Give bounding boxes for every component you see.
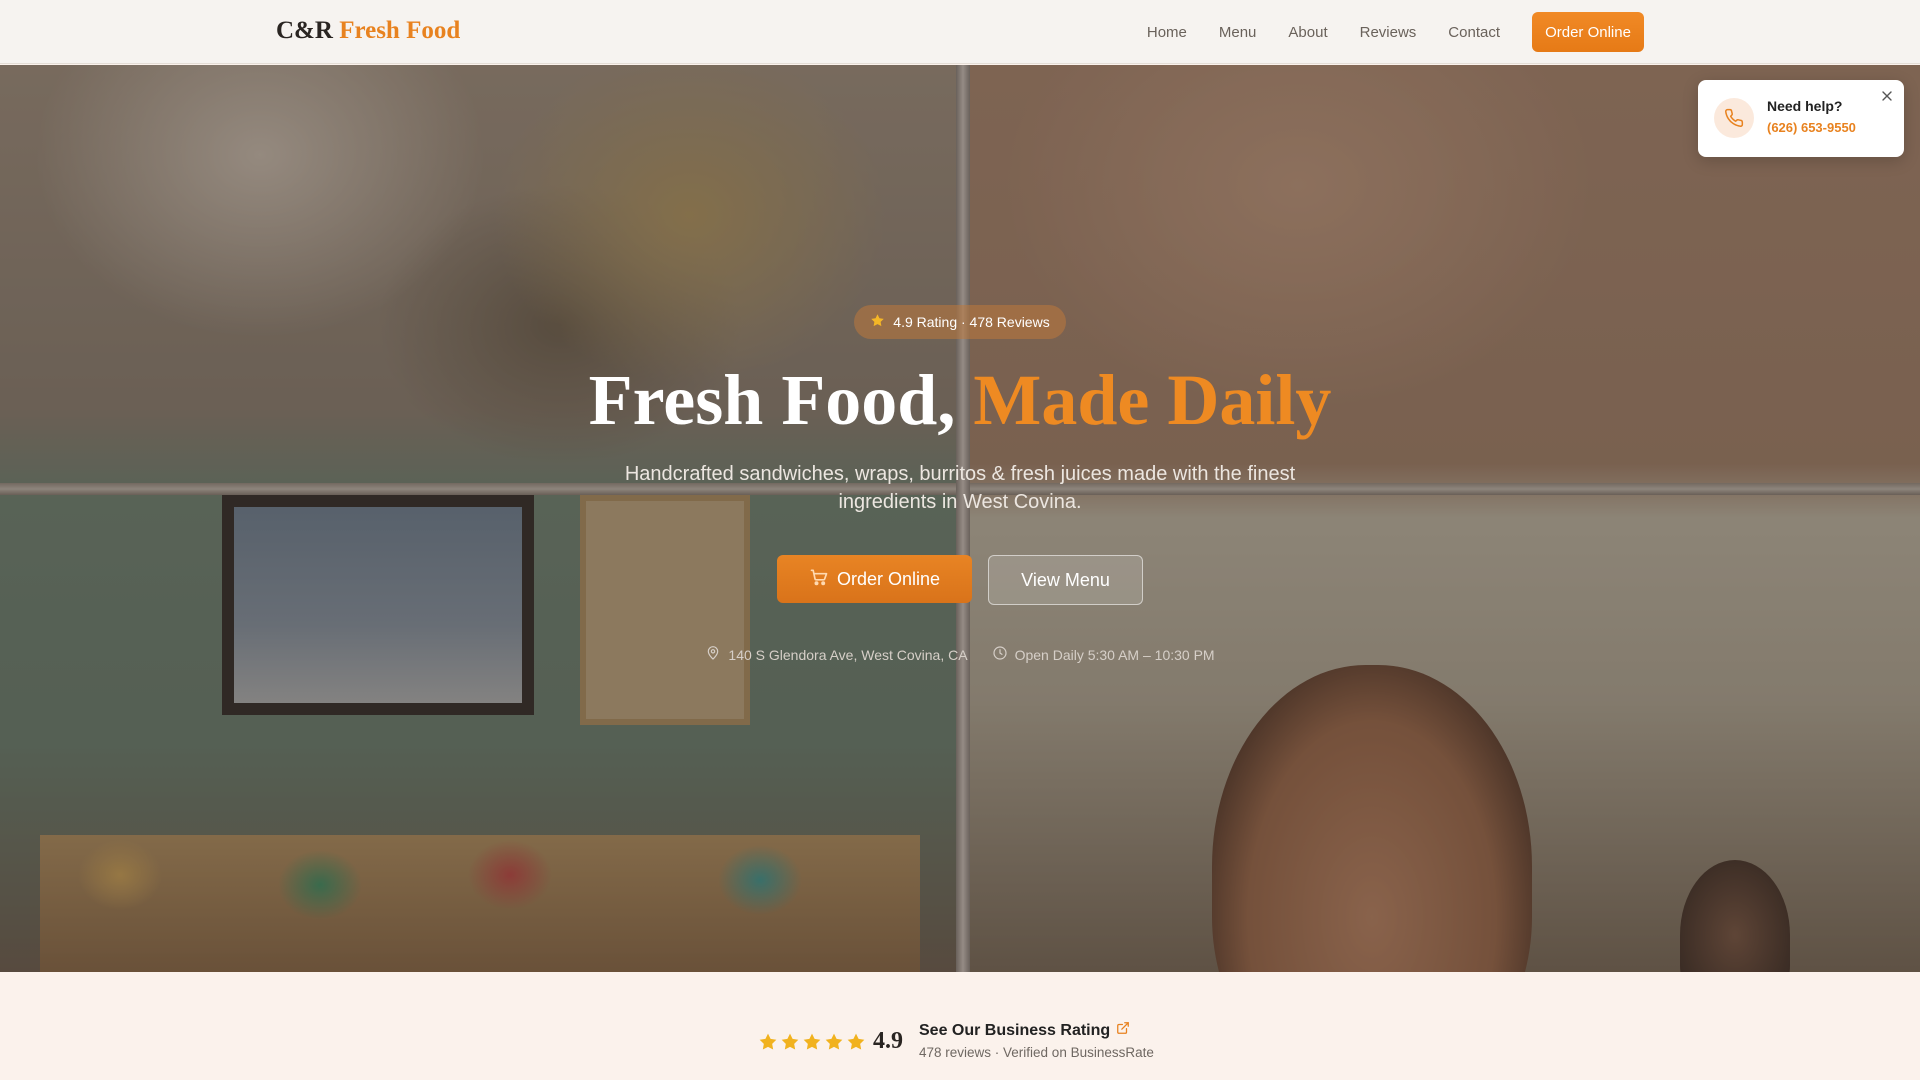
view-menu-button[interactable]: View Menu bbox=[988, 555, 1143, 605]
business-rating-strip: 4.9 See Our Business Rating 478 reviews … bbox=[0, 972, 1920, 1080]
business-rating-link[interactable]: See Our Business Rating bbox=[919, 1021, 1130, 1040]
top-navbar: C&R Fresh Food Home Menu About Reviews C… bbox=[0, 0, 1920, 64]
nav-link-home[interactable]: Home bbox=[1147, 24, 1187, 41]
hero-info-row: 140 S Glendora Ave, West Covina, CA Open… bbox=[0, 645, 1920, 664]
hero-title-accent: Made Daily bbox=[973, 360, 1332, 440]
star-icon bbox=[846, 1032, 866, 1057]
hero-overlay bbox=[0, 65, 1920, 972]
hero-section: 4.9 Rating · 478 Reviews Fresh Food, Mad… bbox=[0, 65, 1920, 972]
brand-logo[interactable]: C&R Fresh Food bbox=[276, 17, 460, 45]
help-phone-link[interactable]: (626) 653-9550 bbox=[1767, 120, 1856, 135]
hero-order-online-label: Order Online bbox=[836, 568, 941, 589]
rating-badge: 4.9 Rating · 478 Reviews bbox=[854, 305, 1066, 339]
phone-icon[interactable] bbox=[1714, 98, 1754, 138]
nav-links: Home Menu About Reviews Contact bbox=[1147, 0, 1500, 64]
hours-text: Open Daily 5:30 AM – 10:30 PM bbox=[1014, 646, 1215, 663]
cart-icon bbox=[809, 567, 829, 592]
nav-link-contact[interactable]: Contact bbox=[1448, 24, 1500, 41]
help-title: Need help? bbox=[1767, 98, 1843, 114]
business-rating-title: See Our Business Rating bbox=[919, 1021, 1111, 1039]
brand-accent: Fresh Food bbox=[339, 17, 461, 44]
brand-name: C&R bbox=[276, 17, 333, 44]
business-rating-subtitle: 478 reviews · Verified on BusinessRate bbox=[919, 1045, 1154, 1060]
help-close-button[interactable] bbox=[1878, 88, 1896, 106]
help-popup: Need help? (626) 653-9550 bbox=[1698, 80, 1904, 157]
hero-subtitle: Handcrafted sandwiches, wraps, burritos … bbox=[624, 463, 1296, 513]
nav-link-menu[interactable]: Menu bbox=[1219, 24, 1257, 41]
nav-order-online-button[interactable]: Order Online bbox=[1532, 12, 1644, 52]
star-icon bbox=[870, 313, 885, 331]
hero-order-online-button[interactable]: Order Online bbox=[777, 555, 972, 603]
star-rating bbox=[758, 1032, 866, 1057]
address-info: 140 S Glendora Ave, West Covina, CA bbox=[705, 645, 968, 664]
star-icon bbox=[824, 1032, 844, 1057]
close-icon bbox=[1881, 90, 1893, 105]
hours-info: Open Daily 5:30 AM – 10:30 PM bbox=[992, 645, 1215, 664]
external-link-icon bbox=[1116, 1021, 1130, 1040]
star-icon bbox=[802, 1032, 822, 1057]
star-icon bbox=[758, 1032, 778, 1057]
map-pin-icon bbox=[705, 645, 721, 664]
address-text: 140 S Glendora Ave, West Covina, CA bbox=[728, 646, 968, 663]
hero-title-main: Fresh Food, bbox=[588, 360, 956, 440]
star-icon bbox=[780, 1032, 800, 1057]
rating-badge-text: 4.9 Rating · 478 Reviews bbox=[893, 314, 1050, 330]
nav-link-reviews[interactable]: Reviews bbox=[1360, 24, 1417, 41]
rating-score: 4.9 bbox=[873, 1028, 903, 1054]
clock-icon bbox=[992, 645, 1008, 664]
hero-title: Fresh Food, Made Daily bbox=[0, 353, 1920, 447]
nav-link-about[interactable]: About bbox=[1288, 24, 1327, 41]
